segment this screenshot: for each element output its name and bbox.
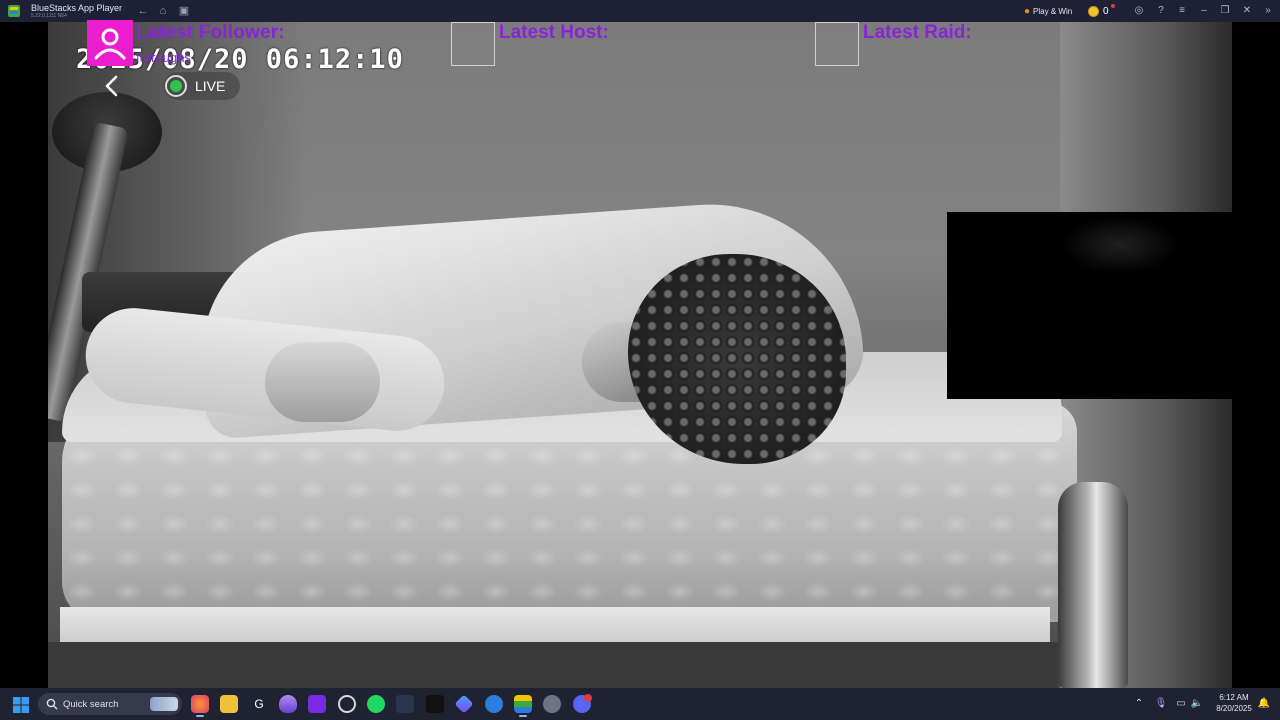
obs-icon[interactable] bbox=[338, 695, 356, 713]
secondary-camera-glow bbox=[1060, 215, 1180, 275]
bluestacks-logo-icon bbox=[8, 5, 20, 17]
bluestacks-active-indicator bbox=[519, 715, 527, 717]
back-arrow-icon[interactable] bbox=[100, 72, 124, 100]
account-icon[interactable]: ◎ bbox=[1131, 3, 1147, 19]
microphone-icon[interactable]: 🎙 bbox=[1154, 696, 1168, 712]
menu-icon[interactable]: ≡ bbox=[1174, 3, 1190, 19]
letterbox-right bbox=[1232, 22, 1280, 688]
latest-follower-name: furroughs bbox=[136, 50, 191, 65]
volume-icon[interactable]: 🔈 bbox=[1190, 696, 1204, 712]
latest-host-label: Latest Host: bbox=[499, 22, 609, 43]
coin-icon bbox=[1088, 5, 1099, 17]
blue-app-icon[interactable] bbox=[485, 695, 503, 713]
live-indicator: LIVE bbox=[164, 72, 240, 100]
search-icon bbox=[46, 698, 58, 710]
discord-badge bbox=[584, 694, 592, 702]
letterbox-left bbox=[0, 22, 48, 688]
play-win-icon: ● bbox=[1024, 5, 1031, 17]
bed-post bbox=[1058, 482, 1128, 688]
windows-start-icon[interactable] bbox=[13, 697, 29, 713]
streaming-app-icon[interactable] bbox=[308, 695, 326, 713]
close-icon[interactable]: ✕ bbox=[1239, 3, 1255, 19]
latest-host-avatar bbox=[451, 22, 495, 66]
crystal-app-icon[interactable] bbox=[279, 695, 297, 713]
latest-raid-avatar bbox=[815, 22, 859, 66]
user-icon bbox=[94, 28, 126, 60]
window-title: BlueStacks App Player bbox=[31, 3, 123, 13]
app-g-icon[interactable]: G bbox=[250, 695, 268, 713]
dark-app-icon[interactable] bbox=[426, 695, 444, 713]
recent-apps-icon[interactable]: ▣ bbox=[176, 3, 192, 19]
play-win-label: Play & Win bbox=[1033, 6, 1073, 16]
firefox-icon[interactable] bbox=[191, 695, 209, 713]
restore-icon[interactable]: ❐ bbox=[1217, 3, 1233, 19]
coin-balance[interactable]: 0 bbox=[1088, 0, 1115, 22]
live-label: LIVE bbox=[195, 78, 226, 94]
hand bbox=[265, 342, 380, 422]
taskbar-clock[interactable]: 6:12 AM 8/20/2025 bbox=[1210, 692, 1258, 714]
play-win-button[interactable]: ● Play & Win bbox=[1024, 0, 1072, 22]
notifications-icon[interactable]: 🔔 bbox=[1257, 696, 1271, 712]
search-highlight-image bbox=[150, 697, 178, 711]
minimize-icon[interactable]: – bbox=[1196, 3, 1212, 19]
clock-time: 6:12 AM bbox=[1219, 693, 1249, 702]
sidebar-toggle-icon[interactable]: » bbox=[1260, 3, 1276, 19]
clock-date: 8/20/2025 bbox=[1216, 704, 1252, 713]
audio-app-icon[interactable] bbox=[396, 695, 414, 713]
file-explorer-icon[interactable] bbox=[220, 695, 238, 713]
live-dot-icon bbox=[165, 75, 187, 97]
window-version: 5.22.0.1111 N64 bbox=[31, 13, 67, 19]
back-nav-icon[interactable]: ← bbox=[135, 3, 151, 19]
firefox-active-indicator bbox=[196, 715, 204, 717]
home-icon[interactable]: ⌂ bbox=[155, 3, 171, 19]
bluestacks-taskbar-icon[interactable] bbox=[514, 695, 532, 713]
coin-count: 0 bbox=[1103, 5, 1109, 17]
spotify-icon[interactable] bbox=[367, 695, 385, 713]
settings-icon[interactable] bbox=[543, 695, 561, 713]
floor bbox=[48, 642, 1058, 688]
coin-notification-dot bbox=[1110, 4, 1115, 8]
tray-overflow-icon[interactable]: ⌃ bbox=[1132, 696, 1146, 712]
search-placeholder: Quick search bbox=[63, 698, 119, 710]
latest-follower-label: Latest Follower: bbox=[136, 22, 285, 43]
network-icon[interactable]: ▭ bbox=[1174, 696, 1188, 712]
bluestacks-titlebar: BlueStacks App Player 5.22.0.1111 N64 ← … bbox=[0, 0, 1280, 22]
latest-raid-label: Latest Raid: bbox=[863, 22, 972, 43]
follower-avatar bbox=[87, 20, 133, 66]
help-icon[interactable]: ? bbox=[1153, 3, 1169, 19]
